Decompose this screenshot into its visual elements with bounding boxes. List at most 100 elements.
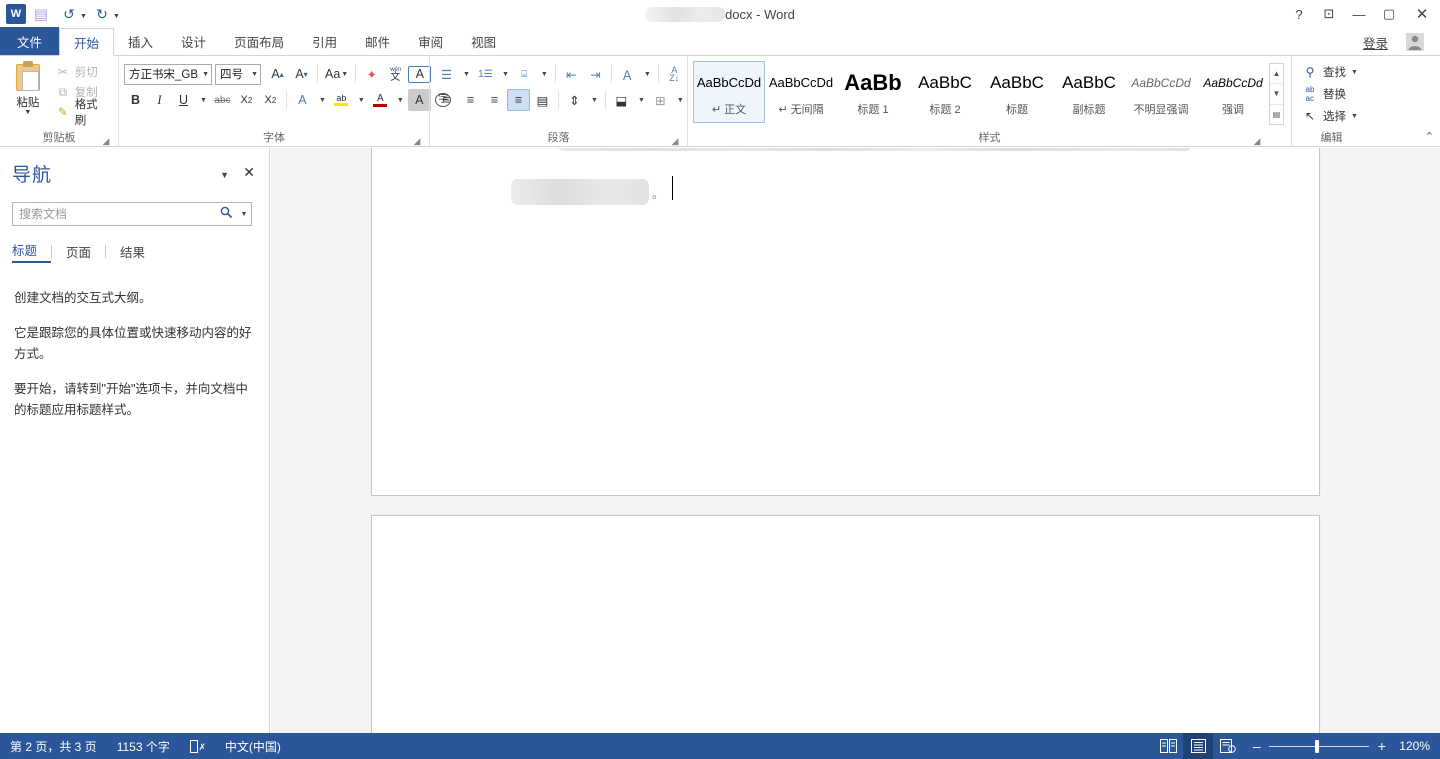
document-page-1[interactable]: 。 。 bbox=[371, 148, 1320, 496]
word-count[interactable]: 1153 个字 bbox=[107, 733, 180, 759]
sign-in-link[interactable]: 登录 bbox=[1363, 28, 1388, 56]
zoom-slider-thumb[interactable] bbox=[1315, 739, 1320, 753]
style-item-heading-1[interactable]: AaBb 标题 1 bbox=[837, 61, 909, 123]
document-canvas[interactable]: 。 。 bbox=[271, 148, 1440, 733]
select-button[interactable]: ↖ 选择 ▼ bbox=[1297, 105, 1363, 127]
borders-dropdown-icon[interactable]: ▼ bbox=[673, 89, 687, 111]
zoom-level[interactable]: 120% bbox=[1395, 739, 1440, 753]
superscript-icon[interactable]: X2 bbox=[259, 89, 282, 111]
nav-tab-results[interactable]: 结果 bbox=[106, 242, 159, 261]
increase-indent-icon[interactable]: ⇥ bbox=[584, 63, 607, 85]
shading-icon[interactable]: ⬓ bbox=[610, 89, 633, 111]
find-button[interactable]: ⚲ 查找 ▼ bbox=[1297, 61, 1363, 83]
paste-button[interactable]: 粘贴 ▼ bbox=[5, 59, 51, 116]
tab-references[interactable]: 引用 bbox=[298, 27, 351, 55]
customize-quick-access-icon[interactable]: ▼ bbox=[113, 13, 120, 20]
select-dropdown-icon[interactable]: ▼ bbox=[1351, 113, 1358, 120]
style-item-subtitle[interactable]: AaBbC 副标题 bbox=[1053, 61, 1125, 123]
tab-view[interactable]: 视图 bbox=[457, 27, 510, 55]
maximize-button[interactable]: ▢ bbox=[1374, 0, 1404, 28]
multilevel-list-icon[interactable]: ⌸ bbox=[513, 63, 536, 85]
font-size-combo[interactable]: 四号 ▼ bbox=[215, 63, 261, 85]
line-spacing-dropdown-icon[interactable]: ▼ bbox=[587, 89, 601, 111]
styles-dialog-launcher-icon[interactable]: ◢ bbox=[1252, 136, 1262, 146]
line-spacing-icon[interactable]: ⇕ bbox=[563, 89, 586, 111]
text-effects-dropdown-icon[interactable]: ▼ bbox=[315, 89, 329, 111]
multilevel-list-dropdown-icon[interactable]: ▼ bbox=[537, 63, 551, 85]
navigation-pane-close-icon[interactable]: ✕ bbox=[243, 164, 255, 181]
tab-review[interactable]: 审阅 bbox=[404, 27, 457, 55]
style-item-title[interactable]: AaBbC 标题 bbox=[981, 61, 1053, 123]
style-item-subtle-emphasis[interactable]: AaBbCcDd 不明显强调 bbox=[1125, 61, 1197, 123]
text-highlight-color-icon[interactable]: ab bbox=[330, 89, 353, 111]
search-input[interactable] bbox=[13, 207, 215, 221]
borders-icon[interactable]: ⊞ bbox=[649, 89, 672, 111]
zoom-slider[interactable] bbox=[1269, 739, 1370, 753]
bullets-icon[interactable]: ☰ bbox=[435, 63, 458, 85]
language-indicator[interactable]: 中文(中国) bbox=[215, 733, 291, 759]
change-case-icon[interactable]: Aa ▼ bbox=[322, 63, 351, 85]
character-border-icon[interactable]: A bbox=[408, 65, 432, 83]
clear-formatting-icon[interactable]: ✦ bbox=[360, 63, 383, 85]
asian-layout-icon[interactable]: Ａ bbox=[616, 63, 639, 85]
help-icon[interactable]: ? bbox=[1284, 0, 1314, 28]
styles-scroll-up-icon[interactable]: ▲ bbox=[1270, 64, 1283, 83]
align-right-icon[interactable]: ≡ bbox=[483, 89, 506, 111]
undo-dropdown-icon[interactable]: ▼ bbox=[80, 13, 87, 20]
tab-file[interactable]: 文件 bbox=[0, 27, 60, 55]
text-highlight-dropdown-icon[interactable]: ▼ bbox=[354, 89, 368, 111]
subscript-icon[interactable]: X2 bbox=[235, 89, 258, 111]
document-page-2[interactable] bbox=[371, 515, 1320, 733]
distributed-align-icon[interactable]: ▤ bbox=[531, 89, 554, 111]
italic-icon[interactable]: I bbox=[148, 89, 171, 111]
text-effects-icon[interactable]: A bbox=[291, 89, 314, 111]
styles-gallery-scrollbar[interactable]: ▲ ▼ ▤ bbox=[1269, 63, 1284, 125]
numbering-icon[interactable]: 1☰ bbox=[474, 63, 497, 85]
read-mode-view-icon[interactable] bbox=[1153, 733, 1183, 759]
page-indicator[interactable]: 第 2 页，共 3 页 bbox=[0, 733, 107, 759]
underline-icon[interactable]: U bbox=[172, 89, 195, 111]
ribbon-display-options-icon[interactable]: ⊡ bbox=[1314, 0, 1344, 28]
decrease-indent-icon[interactable]: ⇤ bbox=[560, 63, 583, 85]
styles-scroll-down-icon[interactable]: ▼ bbox=[1270, 83, 1283, 103]
nav-tab-headings[interactable]: 标题 bbox=[12, 240, 52, 263]
font-color-dropdown-icon[interactable]: ▼ bbox=[393, 89, 407, 111]
print-layout-view-icon[interactable] bbox=[1183, 733, 1214, 759]
navigation-pane-options-icon[interactable]: ▼ bbox=[220, 170, 229, 180]
navigation-search-box[interactable]: ▼ bbox=[12, 202, 252, 226]
format-painter-button[interactable]: ✎ 格式刷 bbox=[51, 99, 113, 127]
shading-dropdown-icon[interactable]: ▼ bbox=[634, 89, 648, 111]
find-dropdown-icon[interactable]: ▼ bbox=[1351, 69, 1358, 76]
tab-page-layout[interactable]: 页面布局 bbox=[220, 27, 298, 55]
shrink-font-icon[interactable]: A ▾ bbox=[290, 63, 313, 85]
align-center-icon[interactable]: ≡ bbox=[459, 89, 482, 111]
collapse-ribbon-icon[interactable]: ⌃ bbox=[1425, 130, 1434, 143]
strikethrough-icon[interactable]: abc bbox=[211, 89, 234, 111]
clipboard-dialog-launcher-icon[interactable]: ◢ bbox=[101, 136, 111, 146]
asian-layout-dropdown-icon[interactable]: ▼ bbox=[640, 63, 654, 85]
paste-dropdown-icon[interactable]: ▼ bbox=[24, 109, 31, 116]
replace-button[interactable]: ab ac 替换 bbox=[1297, 83, 1351, 105]
paragraph-dialog-launcher-icon[interactable]: ◢ bbox=[670, 136, 680, 146]
font-name-dropdown-icon[interactable]: ▼ bbox=[199, 71, 209, 78]
sort-icon[interactable]: A Z↓ bbox=[663, 63, 686, 85]
zoom-in-button[interactable]: + bbox=[1376, 738, 1387, 754]
avatar[interactable] bbox=[1398, 28, 1432, 56]
justify-icon[interactable]: ≡ bbox=[507, 89, 530, 111]
minimize-button[interactable]: — bbox=[1344, 0, 1374, 28]
font-name-combo[interactable]: 方正书宋_GBI ▼ bbox=[124, 63, 212, 85]
phonetic-guide-icon[interactable]: wén 文 bbox=[384, 63, 407, 85]
style-item-heading-2[interactable]: AaBbC 标题 2 bbox=[909, 61, 981, 123]
style-item-no-spacing[interactable]: AaBbCcDd ↵ 无间隔 bbox=[765, 61, 837, 123]
tab-design[interactable]: 设计 bbox=[167, 27, 220, 55]
tab-insert[interactable]: 插入 bbox=[114, 27, 167, 55]
styles-more-icon[interactable]: ▤ bbox=[1270, 103, 1283, 124]
undo-icon[interactable]: ↺ bbox=[56, 3, 82, 25]
tab-home[interactable]: 开始 bbox=[59, 28, 115, 56]
search-options-dropdown-icon[interactable]: ▼ bbox=[237, 211, 251, 218]
bullets-dropdown-icon[interactable]: ▼ bbox=[459, 63, 473, 85]
save-icon[interactable]: ▤ bbox=[28, 3, 54, 25]
align-left-icon[interactable]: ≡ bbox=[435, 89, 458, 111]
cut-button[interactable]: ✂ 剪切 bbox=[51, 62, 113, 82]
proofing-errors-icon[interactable]: ✗ bbox=[180, 733, 215, 759]
